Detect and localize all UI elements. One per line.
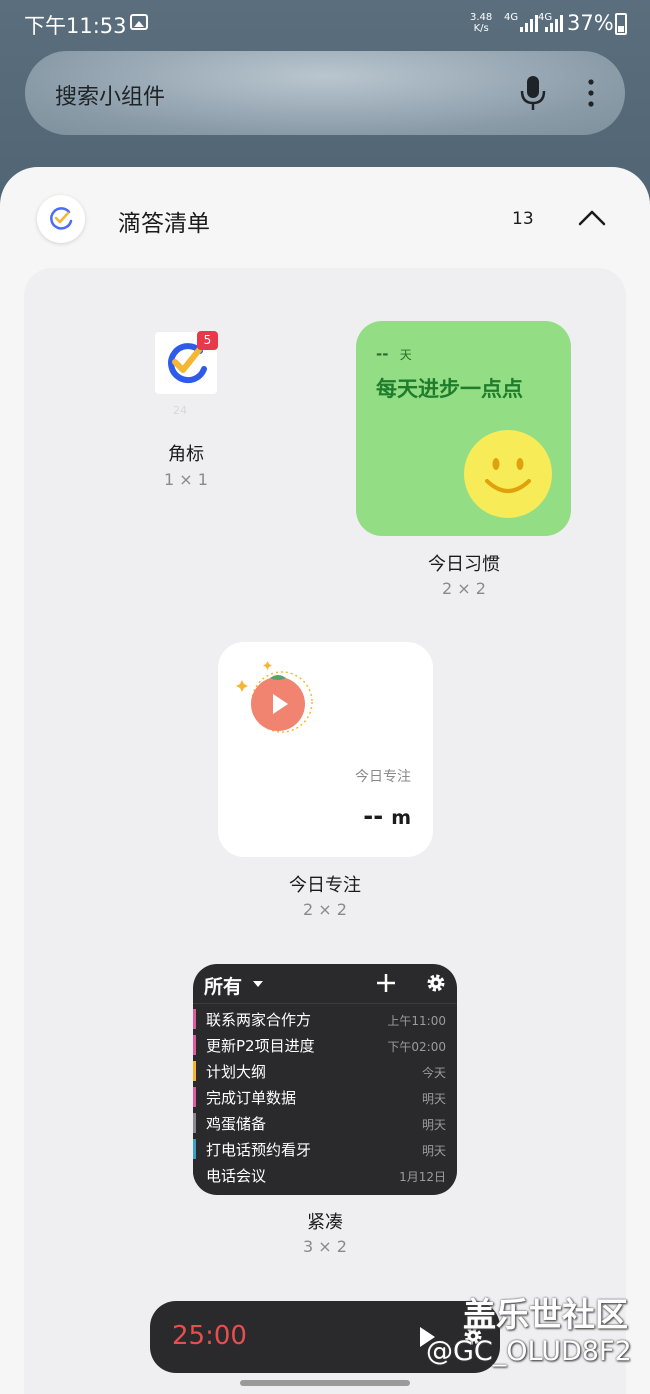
widget-size-habit: 2 × 2	[442, 579, 486, 598]
task-due: 明天	[421, 1118, 446, 1132]
timer-value: 25:00	[172, 1321, 247, 1351]
signal-icon-2	[545, 14, 563, 32]
signal-icon	[520, 14, 538, 32]
app-name: 滴答清单	[118, 211, 210, 237]
task-priority-bar	[193, 1035, 196, 1055]
task-priority-bar	[193, 1165, 196, 1185]
task-row[interactable]: 计划大纲 今天	[193, 1058, 457, 1084]
widget-search-bar[interactable]: 搜索小组件	[25, 51, 625, 135]
widget-size-badge: 1 × 1	[164, 470, 208, 489]
watermark-site: 盖乐世社区	[463, 1295, 628, 1334]
status-time: 下午11:53	[24, 14, 127, 38]
compact-widget-preview[interactable]: 所有 联系两家合作方 上午11:00 更新P2项目进度 下午02:00 计划大纲 今天完成…	[193, 964, 457, 1195]
network-type: 4G	[504, 12, 519, 23]
gear-icon[interactable]	[425, 972, 447, 994]
focus-caption: 今日专注	[355, 769, 411, 785]
task-row[interactable]: 完成订单数据 明天	[193, 1084, 457, 1110]
microphone-icon[interactable]	[519, 75, 547, 111]
network-speed: 3.48 K/s	[470, 12, 492, 34]
watermark-user: @GC_OLUD8F2	[426, 1336, 632, 1367]
task-title: 计划大纲	[206, 1063, 267, 1081]
app-icon	[37, 195, 85, 243]
gallery-icon	[130, 14, 148, 30]
battery-percent: 37%	[567, 11, 614, 35]
task-priority-bar	[193, 1113, 196, 1133]
notification-badge: 5	[197, 331, 218, 350]
widget-count: 13	[512, 209, 534, 229]
task-due: 明天	[421, 1092, 446, 1106]
task-priority-bar	[193, 1139, 196, 1159]
widget-label-badge: 角标	[168, 444, 204, 465]
habit-motto: 每天进步一点点	[376, 377, 523, 401]
task-row[interactable]: 更新P2项目进度 下午02:00	[193, 1032, 457, 1058]
task-title: 电话会议	[206, 1167, 267, 1185]
focus-unit: m	[391, 807, 411, 829]
task-row[interactable]: 电话会议 1月12日	[193, 1162, 457, 1188]
widget-size-compact: 3 × 2	[303, 1237, 347, 1256]
habit-days-unit: 天	[399, 348, 412, 362]
caret-down-icon[interactable]	[253, 981, 263, 987]
task-due: 上午11:00	[387, 1014, 446, 1028]
task-due: 今天	[421, 1066, 446, 1080]
more-options-icon[interactable]	[581, 77, 601, 109]
list-filter[interactable]: 所有	[204, 972, 242, 999]
task-priority-bar	[193, 1061, 196, 1081]
focus-widget-preview[interactable]: 今日专注 -- m	[218, 642, 433, 857]
home-indicator[interactable]	[240, 1380, 410, 1386]
task-due: 明天	[421, 1144, 446, 1158]
task-row[interactable]: 打电话预约看牙 明天	[193, 1136, 457, 1162]
chevron-up-icon[interactable]	[577, 206, 607, 228]
add-icon[interactable]	[376, 973, 396, 993]
task-title: 鸡蛋储备	[206, 1115, 267, 1133]
task-title: 联系两家合作方	[206, 1011, 312, 1029]
ticktick-logo-icon	[50, 207, 73, 230]
task-title: 完成订单数据	[206, 1089, 297, 1107]
battery-icon	[615, 13, 627, 35]
task-title: 打电话预约看牙	[206, 1141, 312, 1159]
compact-widget-header: 所有	[193, 964, 457, 1004]
smiley-icon	[464, 430, 552, 518]
focus-value: -- m	[363, 802, 411, 830]
task-row[interactable]: 联系两家合作方 上午11:00	[193, 1006, 457, 1032]
widget-label-compact: 紧凑	[307, 1212, 343, 1233]
widget-size-focus: 2 × 2	[303, 900, 347, 919]
habit-days-value: --	[376, 345, 394, 363]
status-bar: 下午11:53 3.48 K/s 4G 4G 37%	[0, 0, 650, 48]
widget-label-habit: 今日习惯	[428, 554, 500, 575]
network-speed-unit: K/s	[473, 23, 489, 34]
task-priority-bar	[193, 1087, 196, 1107]
task-row[interactable]: 鸡蛋储备 明天	[193, 1110, 457, 1136]
habit-days: -- 天	[376, 345, 412, 363]
task-priority-bar	[193, 1009, 196, 1029]
task-title: 更新P2项目进度	[206, 1037, 315, 1055]
habit-widget-preview[interactable]: -- 天 每天进步一点点	[356, 321, 571, 536]
task-due: 1月12日	[399, 1170, 446, 1184]
task-due: 下午02:00	[387, 1040, 446, 1054]
focus-minutes: --	[363, 802, 384, 830]
search-input[interactable]: 搜索小组件	[55, 79, 165, 111]
network-speed-value: 3.48	[470, 12, 493, 23]
tomato-timer-icon	[236, 661, 313, 733]
widget-label-focus: 今日专注	[289, 875, 361, 896]
badge-reflection: 24	[173, 404, 187, 417]
